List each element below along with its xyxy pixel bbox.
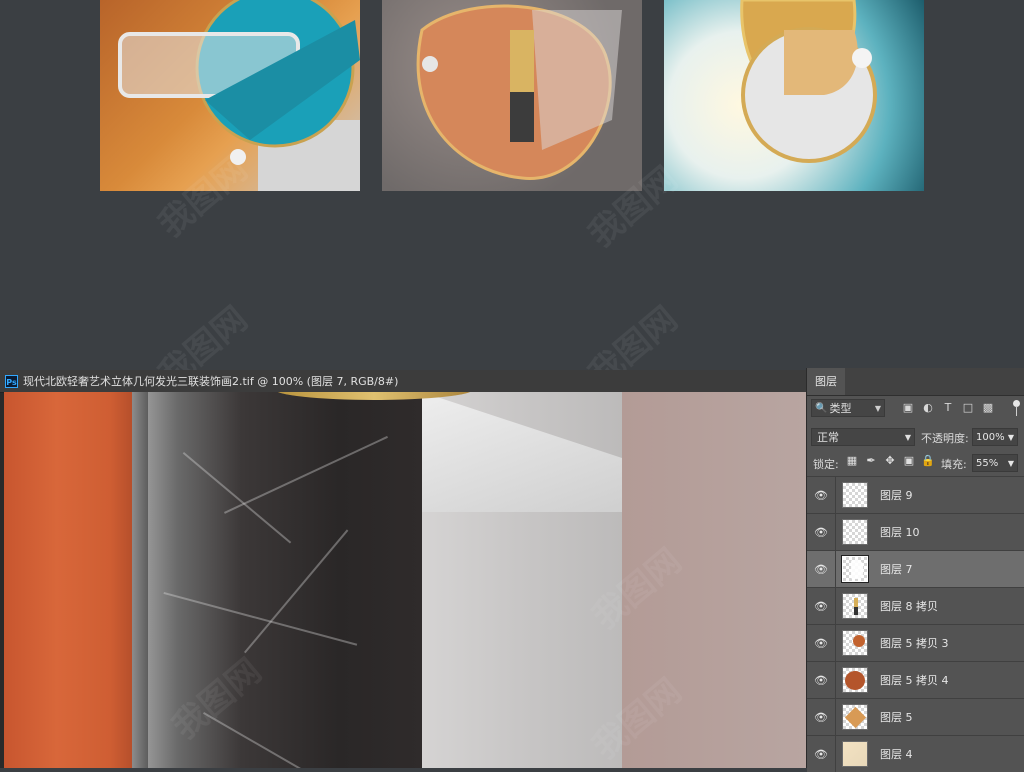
chevron-down-icon: ▼ (874, 403, 881, 413)
preview-area: 我图网 我图网 我图网 我图网 (0, 0, 1024, 395)
type-layer-filter-icon[interactable]: T (941, 401, 955, 415)
lock-position-icon[interactable]: ✥ (883, 454, 897, 468)
artwork-3-graphic (740, 0, 877, 163)
opacity-label: 不透明度: (921, 432, 969, 445)
chevron-down-icon: ▼ (1007, 432, 1014, 442)
layer-row[interactable]: 👁 图层 10 (807, 513, 1024, 550)
layer-name: 图层 5 拷贝 3 (880, 637, 949, 650)
layer-thumbnail (842, 519, 868, 545)
visibility-eye-icon[interactable]: 👁 (807, 600, 835, 613)
smart-object-filter-icon[interactable]: ▩ (981, 401, 995, 415)
layers-list: 👁 图层 9 👁 图层 10 👁 图层 7 👁 图层 8 拷贝 👁 图层 5 拷… (807, 476, 1024, 772)
layer-thumbnail (842, 482, 868, 508)
copper-shape (4, 392, 136, 768)
filter-row: 🔍 类型 ▼ ▣ ◐ T □ ▩ (807, 395, 1024, 423)
visibility-eye-icon[interactable]: 👁 (807, 563, 835, 576)
layer-name: 图层 7 (880, 563, 913, 576)
artwork-preview-3[interactable] (664, 0, 924, 191)
filter-toggle-icon[interactable] (1011, 400, 1021, 416)
layer-row[interactable]: 👁 图层 5 拷贝 4 (807, 661, 1024, 698)
opacity-field[interactable]: 100% ▼ (972, 428, 1018, 446)
filter-kind-select[interactable]: 🔍 类型 ▼ (811, 399, 885, 417)
search-icon: 🔍 (815, 402, 828, 414)
lock-label: 锁定: (813, 458, 839, 471)
filter-kind-value: 类型 (829, 402, 852, 415)
layer-name: 图层 5 拷贝 4 (880, 674, 949, 687)
layer-name: 图层 9 (880, 489, 913, 502)
cylinder-edge (132, 392, 148, 768)
fill-value: 55% (976, 457, 999, 469)
layer-row[interactable]: 👁 图层 9 (807, 476, 1024, 513)
layer-name: 图层 5 (880, 711, 913, 724)
document-window: Ps 现代北欧轻奢艺术立体几何发光三联装饰画2.tif @ 100% (图层 7… (0, 370, 806, 768)
visibility-eye-icon[interactable]: 👁 (807, 489, 835, 502)
canvas-background (622, 392, 806, 768)
layer-thumbnail (841, 555, 869, 583)
pixel-layer-filter-icon[interactable]: ▣ (901, 401, 915, 415)
layer-name: 图层 8 拷贝 (880, 600, 938, 613)
adjustment-layer-filter-icon[interactable]: ◐ (921, 401, 935, 415)
lock-transparent-pixels-icon[interactable]: ▦ (845, 454, 859, 468)
visibility-eye-icon[interactable]: 👁 (807, 637, 835, 650)
lock-icons: ▦ ✒ ✥ ▣ 🔒 (845, 454, 935, 468)
lock-all-icon[interactable]: 🔒 (921, 454, 935, 468)
marble-cylinder (144, 392, 422, 768)
layer-row[interactable]: 👁 图层 8 拷贝 (807, 587, 1024, 624)
fill-field[interactable]: 55% ▼ (972, 454, 1018, 472)
panel-tabbar: 图层 (807, 368, 1024, 396)
opacity-value: 100% (976, 431, 1005, 443)
chevron-down-icon: ▼ (1007, 458, 1014, 468)
layer-row[interactable]: 👁 图层 5 (807, 698, 1024, 735)
layer-row-selected[interactable]: 👁 图层 7 (807, 550, 1024, 587)
layer-name: 图层 10 (880, 526, 920, 539)
chevron-down-icon: ▼ (904, 432, 911, 442)
lock-image-pixels-icon[interactable]: ✒ (864, 454, 878, 468)
artwork-2-graphic (416, 4, 622, 180)
layer-row[interactable]: 👁 图层 4 (807, 735, 1024, 772)
document-tab[interactable]: Ps 现代北欧轻奢艺术立体几何发光三联装饰画2.tif @ 100% (图层 7… (0, 370, 806, 393)
canvas[interactable]: 我图网 我图网 我图网 (4, 392, 806, 768)
visibility-eye-icon[interactable]: 👁 (807, 748, 835, 761)
shape-layer-filter-icon[interactable]: □ (961, 401, 975, 415)
layers-panel: 图层 🔍 类型 ▼ ▣ ◐ T □ ▩ 正常 ▼ 不透明度: 100% ▼ 锁定… (806, 368, 1024, 772)
fill-label: 填充: (941, 458, 967, 471)
artboard-nesting-icon[interactable]: ▣ (902, 454, 916, 468)
artwork-preview-1[interactable] (100, 0, 360, 191)
layer-name: 图层 4 (880, 748, 913, 761)
visibility-eye-icon[interactable]: 👁 (807, 674, 835, 687)
photoshop-icon: Ps (5, 374, 18, 388)
artwork-1-graphic (118, 0, 360, 191)
layer-thumbnail (842, 667, 868, 693)
visibility-eye-icon[interactable]: 👁 (807, 711, 835, 724)
artwork-preview-2[interactable] (382, 0, 642, 191)
layer-thumbnail (842, 630, 868, 656)
document-title: 现代北欧轻奢艺术立体几何发光三联装饰画2.tif @ 100% (图层 7, R… (23, 375, 399, 388)
layer-row[interactable]: 👁 图层 5 拷贝 3 (807, 624, 1024, 661)
tab-layers[interactable]: 图层 (807, 368, 845, 395)
blend-mode-value: 正常 (817, 431, 839, 444)
visibility-eye-icon[interactable]: 👁 (807, 526, 835, 539)
blend-mode-select[interactable]: 正常 ▼ (811, 428, 915, 446)
layer-thumbnail (842, 593, 868, 619)
filter-icons: ▣ ◐ T □ ▩ (901, 401, 995, 415)
layer-thumbnail (842, 704, 868, 730)
layer-thumbnail (842, 741, 868, 767)
